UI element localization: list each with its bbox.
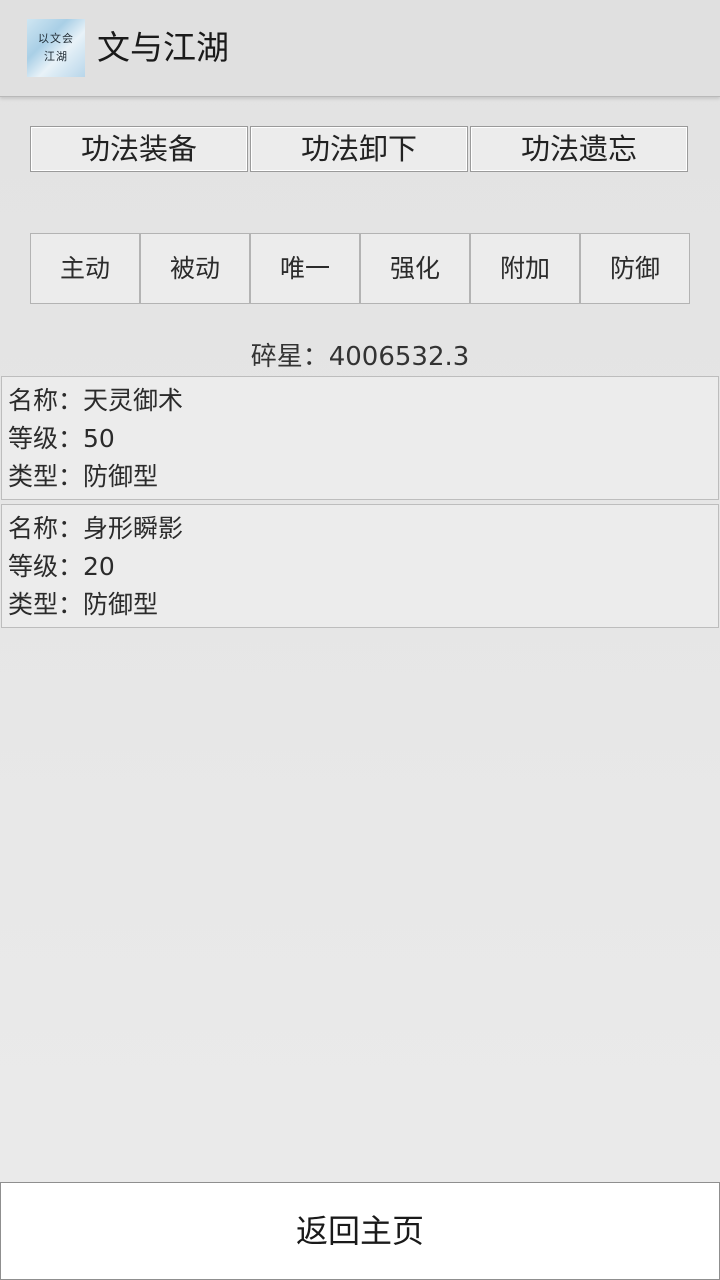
app-logo-icon: 以文会 江湖 — [27, 19, 85, 77]
tab-additional[interactable]: 附加 — [470, 233, 580, 304]
app-title: 文与江湖 — [97, 28, 229, 67]
skill-name: 名称：身形瞬影 — [8, 514, 184, 543]
skill-level: 等级：20 — [8, 552, 115, 581]
app-bar: 以文会 江湖 文与江湖 — [0, 0, 720, 97]
shard-currency-label: 碎星：4006532.3 — [250, 342, 470, 372]
skill-list-item[interactable]: 名称：身形瞬影 等级：20 类型：防御型 — [1, 504, 719, 628]
equip-skill-button[interactable]: 功法装备 — [30, 126, 248, 172]
unequip-skill-button[interactable]: 功法卸下 — [250, 126, 468, 172]
app-logo-text-top: 以文会 — [38, 32, 74, 45]
tab-active[interactable]: 主动 — [30, 233, 140, 304]
skill-category-tabs: 主动 被动 唯一 强化 附加 防御 — [30, 233, 690, 304]
tab-defense[interactable]: 防御 — [580, 233, 690, 304]
tab-unique[interactable]: 唯一 — [250, 233, 360, 304]
tab-passive[interactable]: 被动 — [140, 233, 250, 304]
app-logo-text-bottom: 江湖 — [44, 50, 68, 63]
forget-skill-button[interactable]: 功法遗忘 — [470, 126, 688, 172]
skill-list-item[interactable]: 名称：天灵御术 等级：50 类型：防御型 — [1, 376, 719, 500]
skill-action-bar: 功法装备 功法卸下 功法遗忘 — [30, 126, 690, 172]
tab-enhance[interactable]: 强化 — [360, 233, 470, 304]
skill-level: 等级：50 — [8, 424, 115, 453]
skill-name: 名称：天灵御术 — [8, 386, 184, 415]
skill-type: 类型：防御型 — [8, 590, 159, 619]
return-home-button[interactable]: 返回主页 — [0, 1182, 720, 1280]
skill-type: 类型：防御型 — [8, 462, 159, 491]
